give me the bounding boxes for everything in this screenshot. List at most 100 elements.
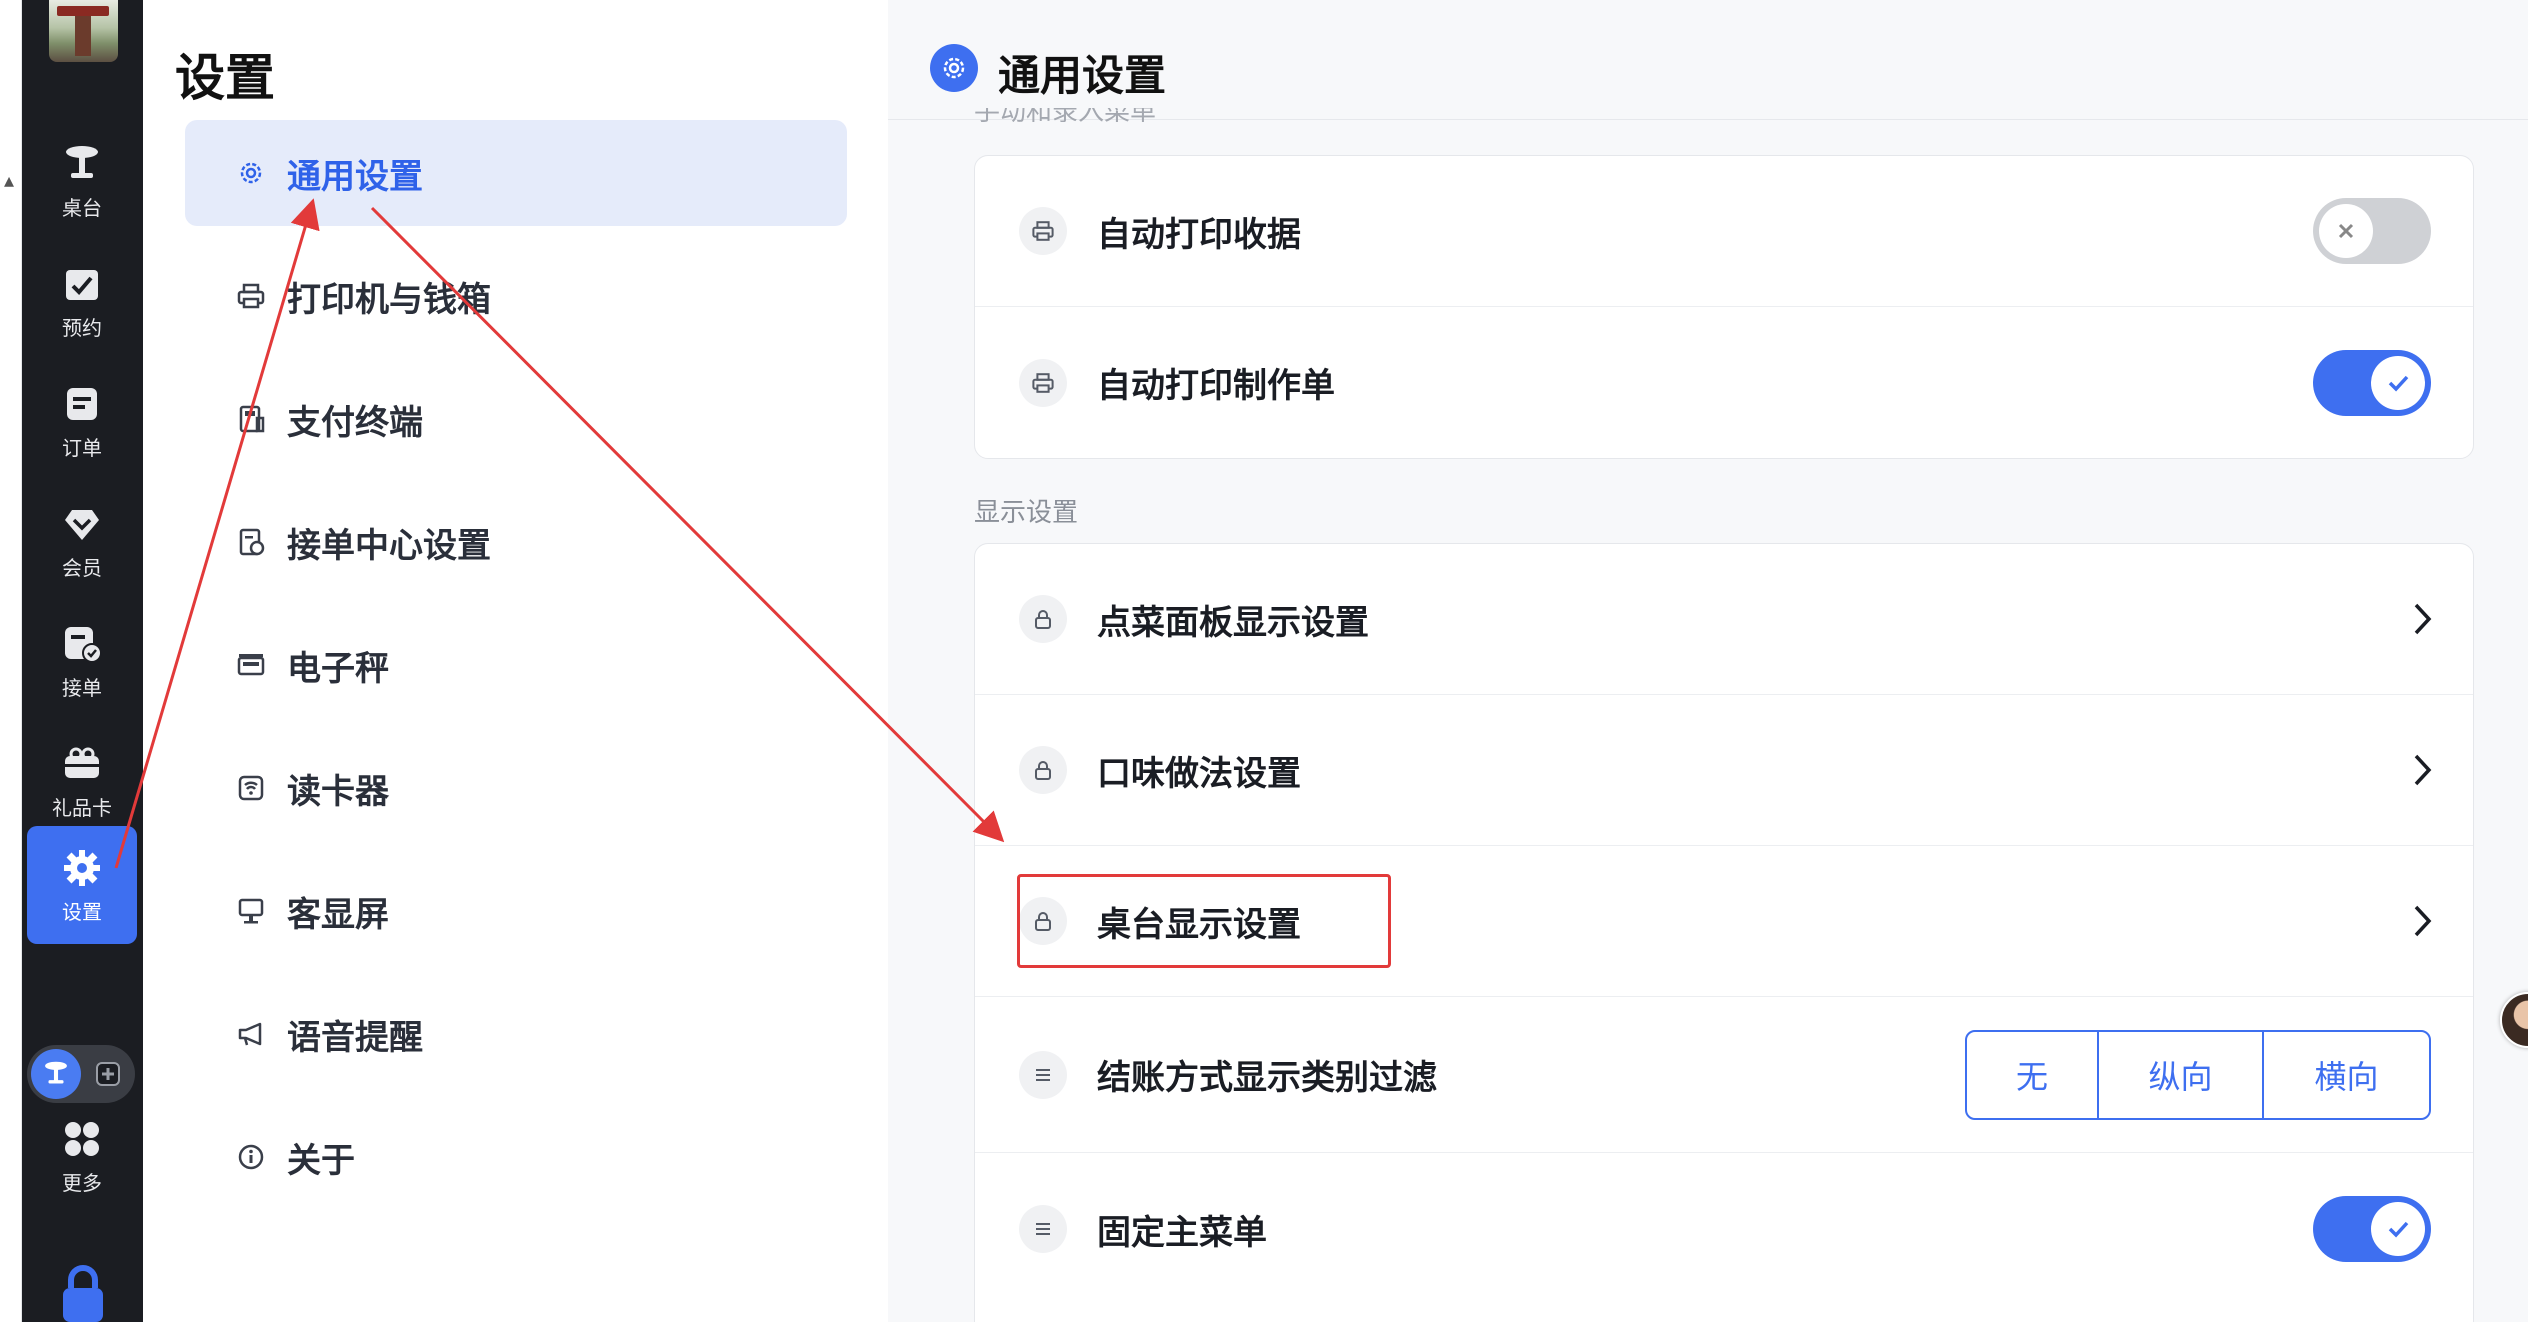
menu-item-label: 打印机与钱箱 <box>287 279 491 320</box>
annotation-highlight-box <box>1017 874 1391 968</box>
menu-item-label: 语音提醒 <box>287 1017 423 1058</box>
menu-item-printer[interactable]: 打印机与钱箱 <box>185 243 847 349</box>
info-icon <box>235 1141 267 1173</box>
group-label-display: 显示设置 <box>974 498 1079 528</box>
setting-row-auto-print-kitchen: 自动打印制作单 <box>975 307 2473 458</box>
page-title: 通用设置 <box>998 51 1167 100</box>
collapse-caret-icon[interactable]: ▴ <box>4 168 14 192</box>
menu-item-voice-alert[interactable]: 语音提醒 <box>185 981 847 1087</box>
nav-item-more[interactable]: 更多 <box>27 1110 137 1202</box>
auto-print-kitchen-toggle[interactable] <box>2313 349 2431 416</box>
menu-item-order-center[interactable]: 接单中心设置 <box>185 489 847 595</box>
nav-label: 预约 <box>62 315 102 340</box>
menu-item-label: 通用设置 <box>287 156 423 197</box>
setting-label: 点菜面板显示设置 <box>1097 602 1369 643</box>
store-avatar[interactable] <box>49 0 118 62</box>
setting-label: 固定主菜单 <box>1097 1212 1267 1253</box>
setting-row-flavor-settings[interactable]: 口味做法设置 <box>975 695 2473 846</box>
lock-screen-button[interactable] <box>58 1262 108 1322</box>
printer-icon <box>235 280 267 312</box>
menu-item-label: 接单中心设置 <box>287 525 491 566</box>
setting-label: 结账方式显示类别过滤 <box>1097 1058 1437 1098</box>
scale-icon <box>235 649 267 681</box>
menu-item-label: 支付终端 <box>287 402 423 443</box>
check-icon <box>2371 355 2425 410</box>
accept-order-icon <box>65 626 102 663</box>
nav-label: 订单 <box>62 435 102 460</box>
check-icon <box>2371 1202 2425 1256</box>
nav-item-order[interactable]: 订单 <box>27 362 137 480</box>
main-nav-rail: 桌台 预约 订单 会员 接单 礼品卡 设置 更多 <box>22 0 143 1322</box>
general-settings-panel: 通用设置 手动和录入菜单 自动打印收据 自动打印制作单 显示设置 点菜面板显示设… <box>888 0 2528 1322</box>
setting-row-payment-category-filter: 结账方式显示类别过滤 无 纵向 横向 <box>975 997 2473 1153</box>
nav-item-gift-card[interactable]: 礼品卡 <box>27 722 137 840</box>
menu-item-scale[interactable]: 电子秤 <box>185 612 847 718</box>
nav-label: 更多 <box>62 1170 102 1195</box>
avatar-gate <box>75 16 91 56</box>
window-left-edge: ▴ <box>0 0 22 1322</box>
card-reader-icon <box>235 772 267 804</box>
menu-item-about[interactable]: 关于 <box>185 1104 847 1210</box>
auto-print-receipt-toggle[interactable] <box>2313 198 2431 264</box>
close-icon <box>2319 204 2373 258</box>
print-settings-card: 自动打印收据 自动打印制作单 <box>974 155 2474 459</box>
settings-title: 设置 <box>175 49 275 107</box>
lock-icon <box>1019 746 1067 794</box>
chevron-right-icon <box>2414 905 2432 937</box>
nav-item-accept-order[interactable]: 接单 <box>27 602 137 720</box>
menu-item-card-reader[interactable]: 读卡器 <box>185 735 847 841</box>
order-center-icon <box>235 526 267 558</box>
nav-item-settings[interactable]: 设置 <box>27 826 137 944</box>
nav-item-member[interactable]: 会员 <box>27 482 137 600</box>
printer-icon <box>1019 358 1067 407</box>
filter-option-horizontal[interactable]: 横向 <box>2264 1032 2429 1118</box>
lock-icon <box>1019 595 1067 643</box>
gift-card-icon <box>65 747 99 778</box>
list-icon <box>1019 1050 1067 1099</box>
menu-item-label: 读卡器 <box>287 771 389 812</box>
customer-display-icon <box>235 895 267 927</box>
nav-label: 设置 <box>62 899 102 924</box>
nav-label: 礼品卡 <box>52 795 112 820</box>
setting-label: 口味做法设置 <box>1097 753 1301 794</box>
filter-option-vertical[interactable]: 纵向 <box>2099 1031 2264 1118</box>
gear-icon <box>235 157 267 189</box>
settings-icon <box>64 849 100 886</box>
setting-row-auto-print-receipt: 自动打印收据 <box>975 156 2473 307</box>
setting-label: 自动打印制作单 <box>1097 366 1335 406</box>
menu-item-customer-display[interactable]: 客显屏 <box>185 858 847 964</box>
menu-item-label: 电子秤 <box>287 648 389 689</box>
menu-item-label: 客显屏 <box>287 894 389 935</box>
member-icon <box>65 509 99 540</box>
chevron-right-icon <box>2414 754 2432 786</box>
megaphone-icon <box>235 1018 267 1050</box>
table-icon <box>66 145 98 178</box>
menu-item-general[interactable]: 通用设置 <box>185 120 847 226</box>
filter-segmented-control: 无 纵向 横向 <box>1965 1029 2431 1120</box>
setting-row-fixed-main-menu: 固定主菜单 <box>975 1153 2473 1305</box>
setting-label: 自动打印收据 <box>1097 214 1301 255</box>
nav-item-table[interactable]: 桌台 <box>27 122 137 240</box>
filter-option-none[interactable]: 无 <box>1967 1031 2099 1118</box>
table-mode-icon <box>31 1049 81 1099</box>
menu-item-label: 关于 <box>287 1140 355 1181</box>
fixed-main-menu-toggle[interactable] <box>2313 1196 2431 1262</box>
reservation-icon <box>66 269 98 300</box>
chevron-right-icon <box>2414 603 2432 635</box>
lock-icon <box>63 1265 103 1322</box>
setting-row-menu-panel-display[interactable]: 点菜面板显示设置 <box>975 544 2473 695</box>
settings-menu: 设置 通用设置 打印机与钱箱 支付终端 接单中心设置 电子秤 读卡器 客显屏 语… <box>143 0 888 1322</box>
menu-item-payment-terminal[interactable]: 支付终端 <box>185 366 847 472</box>
content-header: 通用设置 <box>888 0 2528 120</box>
nav-item-reservation[interactable]: 预约 <box>27 242 137 360</box>
order-icon <box>67 387 97 420</box>
list-icon <box>1019 1205 1067 1253</box>
grid-icon <box>65 1121 99 1156</box>
gear-icon <box>930 44 978 92</box>
mode-switch[interactable] <box>27 1045 135 1103</box>
nav-label: 接单 <box>62 675 102 700</box>
pos-terminal-icon <box>235 403 267 435</box>
nav-label: 桌台 <box>62 195 102 220</box>
quick-mode-icon <box>91 1057 125 1091</box>
nav-label: 会员 <box>62 555 102 580</box>
